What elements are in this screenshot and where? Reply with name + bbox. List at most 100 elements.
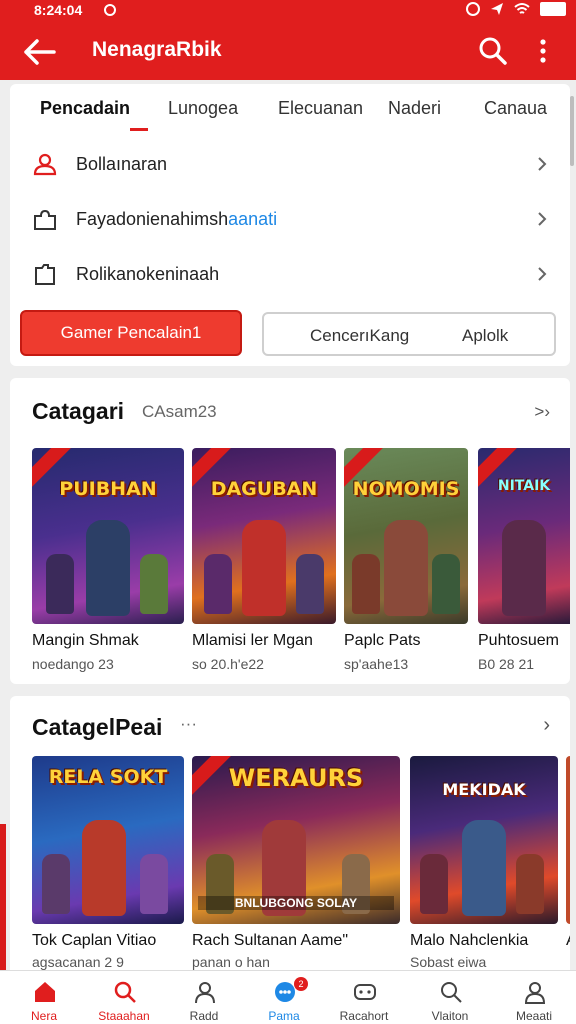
character-figure [432,554,460,614]
tab-pencadain[interactable]: Pencadain [40,98,130,119]
battery-icon [540,2,566,16]
game-title[interactable]: Mangin Shmak [32,632,184,650]
search-icon [114,981,136,1003]
game-meta: agsacanan 2 9 [32,954,124,970]
character-figure [242,520,286,616]
nav-item-racahort[interactable]: Racahort [324,971,404,1024]
game-cover[interactable]: WERAURS BNLUBGONG SOLAY [192,756,400,924]
home-icon [35,982,55,1002]
game-art-title: DAGUBAN [210,478,318,500]
section-options-icon[interactable]: ··· [180,714,197,734]
game-title[interactable]: Paplc Pats [344,632,468,650]
nav-item-radd[interactable]: Radd [164,971,244,1024]
nav-label: Staaahan [98,1009,150,1023]
secondary-label-right: Aplolk [462,326,509,345]
game-title[interactable]: Rach Sultanan Aame" [192,932,400,950]
game-cover[interactable]: NITAIK [478,448,570,624]
kebab-menu-icon [540,39,546,63]
status-icons [466,2,566,16]
send-icon [491,3,503,15]
section-subtitle: CAsam23 [142,402,217,421]
game-art-title: PUIBHAN [59,478,157,500]
game-cover[interactable]: NOMOMIS [344,448,468,624]
character-figure [140,554,168,614]
section-title: Catagari [32,398,125,424]
section-more-link[interactable]: >› [534,402,550,422]
menu-row[interactable]: Fayadonienahimshaanati [10,193,570,247]
nav-item-vlaiton[interactable]: Vlaiton [410,971,490,1024]
nav-item-home[interactable]: Nera [4,971,84,1024]
notification-badge: 2 [294,977,308,991]
chevron-right-icon [538,157,547,171]
game-meta: noedango 23 [32,656,114,672]
game-art-title: RELA SOKT [48,766,168,788]
chevron-right-icon [538,212,547,226]
nav-label: Meaati [515,1009,553,1023]
status-bar: 8:24:04 [0,0,576,22]
folder-icon [35,264,55,285]
tab-bar: Pencadain Lunogea Elecuanan Naderi Canau… [10,84,570,132]
gamepad-icon [354,984,376,1000]
nav-label: Racahort [339,1009,389,1023]
game-title[interactable]: Mlamisi ler Mgan [192,632,336,650]
game-cover[interactable] [566,756,570,924]
more-options-button[interactable] [528,34,558,68]
menu-row-label: Fayadonienahimshaanati [76,209,278,229]
section-more-link[interactable]: › [543,714,550,737]
character-figure [86,520,130,616]
game-title[interactable]: Tok Caplan Vitiao [32,932,184,950]
game-cover[interactable]: DAGUBAN [192,448,336,624]
app-title: NenagraRbik [92,38,222,61]
character-figure [204,554,232,614]
character-figure [42,854,70,914]
wifi-icon [514,3,530,14]
menu-card: Pencadain Lunogea Elecuanan Naderi Canau… [10,84,570,366]
profile-icon [524,982,546,1004]
edge-accent [0,824,6,970]
menu-row-label: Bollaınaran [76,154,168,174]
game-art-title: NOMOMIS [352,478,460,500]
game-meta: so 20.h'e22 [192,656,264,672]
character-figure [516,854,544,914]
nav-item-search[interactable]: Staaahan [84,971,164,1024]
person-icon [195,982,215,1004]
menu-row[interactable]: Rolikanokeninaah [10,248,570,302]
character-figure [140,854,168,914]
section-title: CatagelPeai [32,714,163,740]
tab-canaua[interactable]: Canaua [484,98,547,119]
primary-action-button[interactable]: Gamer Pencalain1 [20,310,242,356]
menu-row-label: Rolikanokeninaah [76,264,220,284]
game-meta: B0 28 21 [478,656,535,672]
character-figure [296,554,324,614]
secondary-action-button[interactable]: CencerıKang Aplolk [262,312,556,356]
menu-row[interactable]: Bollaınaran [10,138,570,192]
nav-item-pama[interactable]: 2 Pama [244,971,324,1024]
nav-label: Radd [189,1009,219,1023]
magnifier-icon [441,982,462,1003]
accent-text: aanati [228,209,278,229]
nav-label: Nera [30,1009,57,1023]
tab-naderi[interactable]: Naderi [388,98,441,119]
scrollbar[interactable] [570,96,574,166]
game-art-title: MEKIDAK [442,780,526,799]
arrow-left-icon [24,39,56,65]
back-button[interactable] [20,32,60,72]
game-art-title: NITAIK [497,478,551,494]
game-cover[interactable]: RELA SOKT [32,756,184,924]
notification-icon [104,4,116,16]
status-time: 8:24:04 [34,2,83,18]
game-title[interactable]: A [566,932,570,950]
game-title[interactable]: Puhtosuem [478,632,570,650]
game-title[interactable]: Malo Nahclenkia [410,932,558,950]
tab-lunogea[interactable]: Lunogea [168,98,238,119]
game-cover[interactable]: MEKIDAK [410,756,558,924]
tab-elecuanan[interactable]: Elecuanan [278,98,363,119]
game-meta: panan o han [192,954,270,970]
nav-item-meaati[interactable]: Meaati [494,971,574,1024]
puzzle-icon [34,209,56,230]
app-bar: NenagraRbik [0,22,576,80]
game-cover[interactable]: PUIBHAN [32,448,184,624]
nav-label: Vlaiton [431,1009,469,1023]
search-button[interactable] [476,34,510,68]
location-icon [466,2,480,16]
